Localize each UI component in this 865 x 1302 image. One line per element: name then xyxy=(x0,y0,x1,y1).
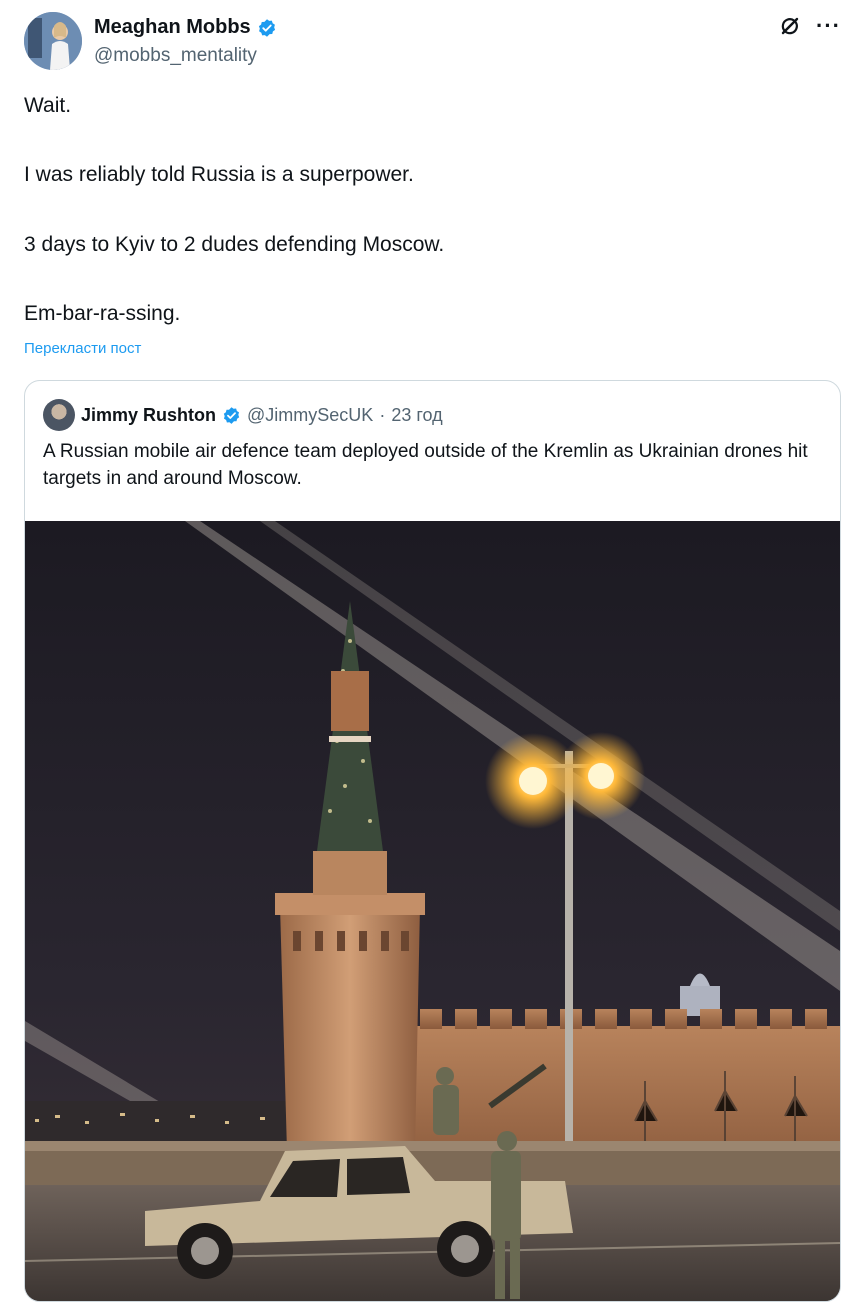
author-handle[interactable]: @mobbs_mentality xyxy=(94,45,257,67)
tweet-actions: ··· xyxy=(778,14,841,38)
author-name-row: Meaghan Mobbs xyxy=(94,16,277,39)
tweet-line: I was reliably told Russia is a superpow… xyxy=(24,163,414,187)
quoted-author-name[interactable]: Jimmy Rushton xyxy=(81,405,216,426)
tweet-line: 3 days to Kyiv to 2 dudes defending Mosc… xyxy=(24,232,445,256)
quoted-tweet-photo[interactable] xyxy=(25,521,840,1301)
tweet-text: Wait. I was reliably told Russia is a su… xyxy=(24,92,824,369)
quoted-tweet-header: Jimmy Rushton @JimmySecUK · 23 год xyxy=(43,399,443,431)
author-avatar[interactable] xyxy=(24,12,82,70)
quoted-author-avatar[interactable] xyxy=(43,399,75,431)
more-options-icon[interactable]: ··· xyxy=(816,15,841,37)
verified-badge-icon xyxy=(223,406,240,424)
verified-badge-icon xyxy=(258,18,275,37)
quoted-timestamp[interactable]: 23 год xyxy=(391,405,442,426)
quoted-tweet[interactable]: Jimmy Rushton @JimmySecUK · 23 год A Rus… xyxy=(24,380,841,1302)
quoted-author-handle[interactable]: @JimmySecUK xyxy=(247,405,373,426)
translate-post-link[interactable]: Перекласти пост xyxy=(24,340,141,357)
grok-icon[interactable] xyxy=(778,14,802,38)
author-name[interactable]: Meaghan Mobbs xyxy=(94,16,251,39)
tweet-line: Wait. xyxy=(24,94,72,117)
quoted-tweet-text: A Russian mobile air defence team deploy… xyxy=(43,441,808,489)
separator-dot: · xyxy=(379,404,386,425)
tweet-line: Em-bar-ra-ssing. xyxy=(24,301,181,325)
